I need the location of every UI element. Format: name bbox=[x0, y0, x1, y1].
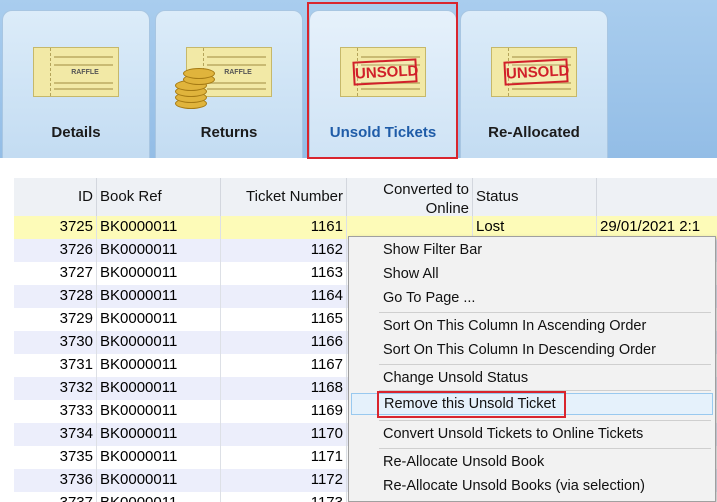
cell-book-ref: BK0000011 bbox=[97, 492, 221, 502]
cell-book-ref: BK0000011 bbox=[97, 446, 221, 469]
cell-id: 3733 bbox=[14, 400, 97, 423]
unsold-stamp: UNSOLD bbox=[503, 58, 570, 86]
menu-item-go-to-page[interactable]: Go To Page ... bbox=[351, 287, 713, 309]
context-menu: Show Filter Bar Show All Go To Page ... Sor… bbox=[348, 236, 716, 502]
menu-item-highlight bbox=[377, 391, 566, 418]
raffle-ticket-icon: RAFFLE bbox=[33, 47, 119, 97]
coins-icon bbox=[171, 60, 215, 110]
cell-book-ref: BK0000011 bbox=[97, 262, 221, 285]
cell-book-ref: BK0000011 bbox=[97, 285, 221, 308]
cell-id: 3734 bbox=[14, 423, 97, 446]
cell-ticket-number: 1161 bbox=[221, 216, 347, 239]
cell-id: 3730 bbox=[14, 331, 97, 354]
column-header-date[interactable] bbox=[597, 178, 717, 216]
column-header-converted-to-online[interactable]: Converted to Online bbox=[347, 178, 473, 217]
cell-id: 3729 bbox=[14, 308, 97, 331]
menu-item-sort-on-this-column-in-ascending-order[interactable]: Sort On This Column In Ascending Order bbox=[351, 315, 713, 337]
cell-id: 3728 bbox=[14, 285, 97, 308]
cell-book-ref: BK0000011 bbox=[97, 423, 221, 446]
cell-book-ref: BK0000011 bbox=[97, 308, 221, 331]
cell-book-ref: BK0000011 bbox=[97, 377, 221, 400]
menu-separator bbox=[379, 364, 711, 365]
column-header-id[interactable]: ID bbox=[14, 178, 97, 216]
cell-ticket-number: 1170 bbox=[221, 423, 347, 446]
unsold-ticket-icon: UNSOLD bbox=[491, 47, 577, 97]
menu-item-change-unsold-status[interactable]: Change Unsold Status bbox=[351, 367, 713, 389]
tab-returns[interactable]: RAFFLE Returns bbox=[155, 10, 303, 158]
menu-item-show-filter-bar[interactable]: Show Filter Bar bbox=[351, 239, 713, 261]
selected-tab-highlight bbox=[307, 2, 458, 159]
cell-book-ref: BK0000011 bbox=[97, 469, 221, 492]
cell-id: 3731 bbox=[14, 354, 97, 377]
cell-id: 3726 bbox=[14, 239, 97, 262]
cell-book-ref: BK0000011 bbox=[97, 216, 221, 239]
cell-ticket-number: 1169 bbox=[221, 400, 347, 423]
menu-item-convert-unsold-tickets-to-online-tickets[interactable]: Convert Unsold Tickets to Online Tickets bbox=[351, 423, 713, 445]
menu-separator bbox=[379, 448, 711, 449]
column-header-status[interactable]: Status bbox=[473, 178, 597, 216]
cell-id: 3732 bbox=[14, 377, 97, 400]
cell-id: 3727 bbox=[14, 262, 97, 285]
cell-ticket-number: 1172 bbox=[221, 469, 347, 492]
tab-details[interactable]: RAFFLE Details bbox=[2, 10, 150, 158]
cell-book-ref: BK0000011 bbox=[97, 400, 221, 423]
tab-re-allocated-label: Re-Allocated bbox=[488, 124, 580, 141]
cell-book-ref: BK0000011 bbox=[97, 331, 221, 354]
cell-id: 3737 bbox=[14, 492, 97, 502]
cell-ticket-number: 1173 bbox=[221, 492, 347, 502]
tab-returns-label: Returns bbox=[200, 124, 258, 141]
menu-item-re-allocate-unsold-book[interactable]: Re-Allocate Unsold Book bbox=[351, 451, 713, 473]
grid-header: ID Book Ref Ticket Number Converted to O… bbox=[14, 178, 717, 217]
tab-details-label: Details bbox=[51, 124, 101, 141]
cell-book-ref: BK0000011 bbox=[97, 354, 221, 377]
cell-ticket-number: 1164 bbox=[221, 285, 347, 308]
cell-id: 3735 bbox=[14, 446, 97, 469]
cell-ticket-number: 1163 bbox=[221, 262, 347, 285]
cell-book-ref: BK0000011 bbox=[97, 239, 221, 262]
menu-item-re-allocate-unsold-books-via-selection[interactable]: Re-Allocate Unsold Books (via selection) bbox=[351, 475, 713, 497]
column-header-book-ref[interactable]: Book Ref bbox=[97, 178, 221, 216]
menu-separator bbox=[379, 312, 711, 313]
tab-re-allocated[interactable]: UNSOLD Re-Allocated bbox=[460, 10, 608, 158]
cell-id: 3736 bbox=[14, 469, 97, 492]
cell-ticket-number: 1165 bbox=[221, 308, 347, 331]
menu-separator bbox=[379, 420, 711, 421]
cell-ticket-number: 1167 bbox=[221, 354, 347, 377]
cell-ticket-number: 1166 bbox=[221, 331, 347, 354]
menu-item-show-all[interactable]: Show All bbox=[351, 263, 713, 285]
cell-id: 3725 bbox=[14, 216, 97, 239]
column-header-ticket-number[interactable]: Ticket Number bbox=[221, 178, 347, 216]
ticket-with-coins-icon: RAFFLE bbox=[175, 47, 272, 109]
cell-ticket-number: 1171 bbox=[221, 446, 347, 469]
menu-item-sort-on-this-column-in-descending-order[interactable]: Sort On This Column In Descending Order bbox=[351, 339, 713, 361]
cell-ticket-number: 1162 bbox=[221, 239, 347, 262]
cell-ticket-number: 1168 bbox=[221, 377, 347, 400]
